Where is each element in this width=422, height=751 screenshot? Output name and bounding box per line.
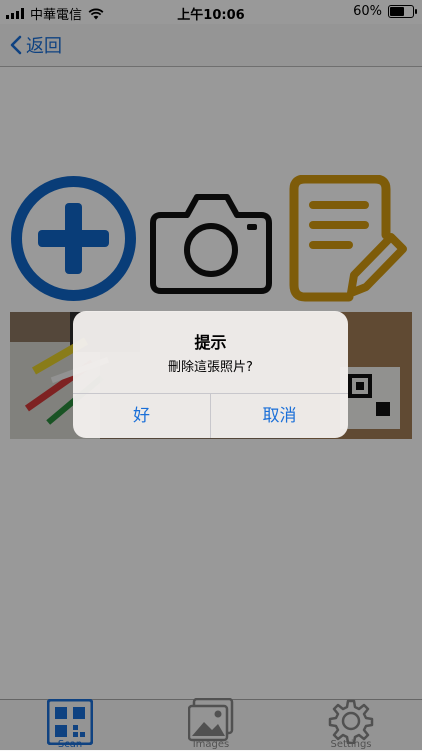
alert-title: 提示 [194, 333, 227, 352]
alert-message: 刪除這張照片? [168, 360, 253, 375]
alert-dialog: 提示 刪除這張照片? 好 取消 [73, 311, 348, 438]
cancel-button[interactable]: 取消 [211, 394, 348, 438]
ok-button[interactable]: 好 [73, 394, 210, 438]
